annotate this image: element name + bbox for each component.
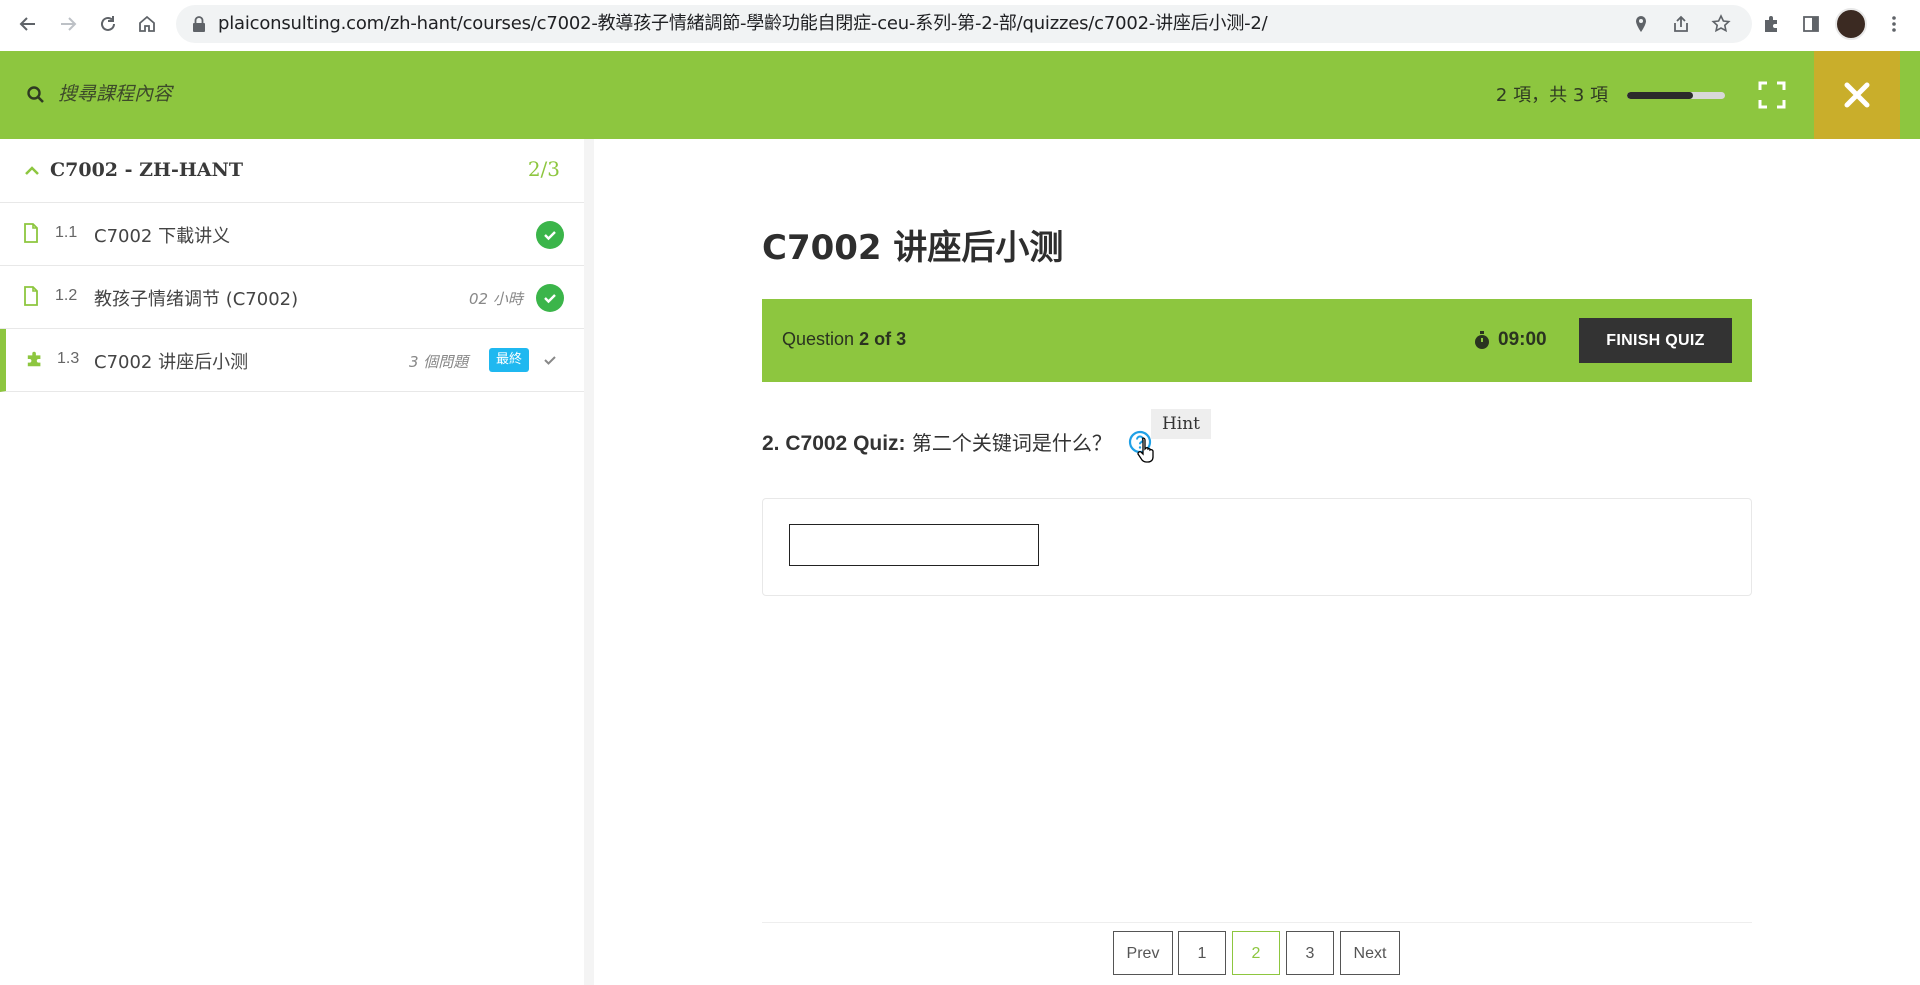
document-icon bbox=[24, 286, 38, 306]
sidebar-divider bbox=[584, 139, 594, 985]
completed-check-icon bbox=[536, 221, 564, 249]
url-text: plaiconsulting.com/zh-hant/courses/c7002… bbox=[218, 13, 1268, 34]
page-title: C7002 讲座后小测 bbox=[762, 228, 1064, 268]
sidebar-item-lesson-1-1[interactable]: 1.1 C7002 下載讲义 bbox=[0, 203, 584, 266]
course-header-bar: 搜尋課程內容 2 項，共 3 項 bbox=[0, 51, 1920, 139]
side-panel-icon bbox=[1803, 16, 1819, 32]
search-input[interactable]: 搜尋課程內容 bbox=[58, 79, 172, 106]
course-section-header[interactable]: C7002 - ZH-HANT 2/3 bbox=[0, 139, 584, 203]
lesson-title: C7002 讲座后小测 bbox=[94, 352, 249, 373]
timer-text: 09:00 bbox=[1498, 329, 1547, 350]
reload-button[interactable] bbox=[92, 8, 124, 40]
answer-container bbox=[762, 498, 1752, 596]
sidebar-item-lesson-1-3[interactable]: 1.3 C7002 讲座后小测 3 個問題 最終 bbox=[0, 329, 584, 392]
sidebar-item-lesson-1-2[interactable]: 1.2 教孩子情绪调节 (C7002) 02 小時 bbox=[0, 266, 584, 329]
answer-input[interactable] bbox=[789, 524, 1039, 566]
course-progress-count: 2/3 bbox=[527, 157, 560, 181]
extensions-button[interactable] bbox=[1755, 8, 1787, 40]
next-page-button[interactable]: Next bbox=[1340, 931, 1400, 975]
course-title: C7002 - ZH-HANT bbox=[50, 159, 244, 181]
check-icon bbox=[544, 356, 556, 365]
lesson-duration: 02 小時 bbox=[469, 290, 523, 308]
reload-icon bbox=[101, 16, 115, 31]
pagination-divider bbox=[762, 922, 1752, 923]
question-text: 2. C7002 Quiz: 第二个关键词是什么？ bbox=[762, 431, 1112, 455]
bookmark-star-icon[interactable] bbox=[1711, 14, 1731, 34]
progress-bar-fill bbox=[1627, 92, 1693, 99]
puzzle-piece-icon bbox=[1765, 16, 1777, 32]
hint-tooltip: Hint bbox=[1151, 409, 1211, 439]
document-icon bbox=[24, 223, 38, 243]
side-panel-button[interactable] bbox=[1795, 8, 1827, 40]
final-badge: 最終 bbox=[489, 348, 530, 372]
lesson-number: 1.2 bbox=[55, 287, 78, 304]
lesson-number: 1.3 bbox=[57, 350, 80, 367]
lesson-title: C7002 下載讲义 bbox=[94, 226, 231, 247]
home-icon bbox=[139, 15, 155, 32]
course-sidebar: C7002 - ZH-HANT 2/3 1.1 C7002 下載讲义 1.2 教… bbox=[0, 139, 585, 985]
prev-page-button[interactable]: Prev bbox=[1113, 931, 1173, 975]
page-button-1[interactable]: 1 bbox=[1178, 931, 1226, 975]
address-bar[interactable]: plaiconsulting.com/zh-hant/courses/c7002… bbox=[176, 5, 1752, 43]
lesson-question-count: 3 個問題 bbox=[409, 353, 469, 371]
close-icon bbox=[1844, 82, 1870, 108]
lock-icon bbox=[193, 16, 205, 32]
close-button[interactable] bbox=[1814, 51, 1900, 139]
avatar bbox=[1835, 8, 1867, 40]
page-button-2[interactable]: 2 bbox=[1232, 931, 1280, 975]
stopwatch-icon bbox=[1475, 331, 1489, 349]
search-icon[interactable] bbox=[26, 85, 46, 105]
finish-quiz-button[interactable]: FINISH QUIZ bbox=[1579, 318, 1732, 363]
location-pin-icon[interactable] bbox=[1631, 14, 1651, 34]
puzzle-icon bbox=[27, 351, 41, 367]
home-button[interactable] bbox=[131, 8, 163, 40]
question-counter: Question 2 of 3 bbox=[782, 329, 907, 349]
arrow-left-icon bbox=[19, 17, 35, 31]
lesson-number: 1.1 bbox=[55, 224, 78, 241]
chevron-up-icon[interactable] bbox=[24, 163, 40, 177]
question-status-bar: Question 2 of 3 09:00 FINISH QUIZ bbox=[762, 299, 1752, 382]
lesson-title: 教孩子情绪调节 (C7002) bbox=[94, 289, 299, 310]
progress-bar bbox=[1627, 92, 1725, 99]
forward-button[interactable] bbox=[52, 8, 84, 40]
share-icon[interactable] bbox=[1671, 14, 1691, 34]
kebab-menu-icon bbox=[1892, 16, 1896, 32]
page-button-3[interactable]: 3 bbox=[1286, 931, 1334, 975]
menu-button[interactable] bbox=[1878, 8, 1910, 40]
progress-text: 2 項，共 3 項 bbox=[1495, 85, 1608, 106]
browser-toolbar: plaiconsulting.com/zh-hant/courses/c7002… bbox=[0, 0, 1920, 52]
profile-button[interactable] bbox=[1835, 8, 1867, 40]
arrow-right-icon bbox=[61, 17, 77, 31]
hand-cursor-icon bbox=[1137, 437, 1154, 463]
back-button[interactable] bbox=[12, 8, 44, 40]
completed-check-icon bbox=[536, 284, 564, 312]
fullscreen-icon[interactable] bbox=[1756, 79, 1788, 111]
